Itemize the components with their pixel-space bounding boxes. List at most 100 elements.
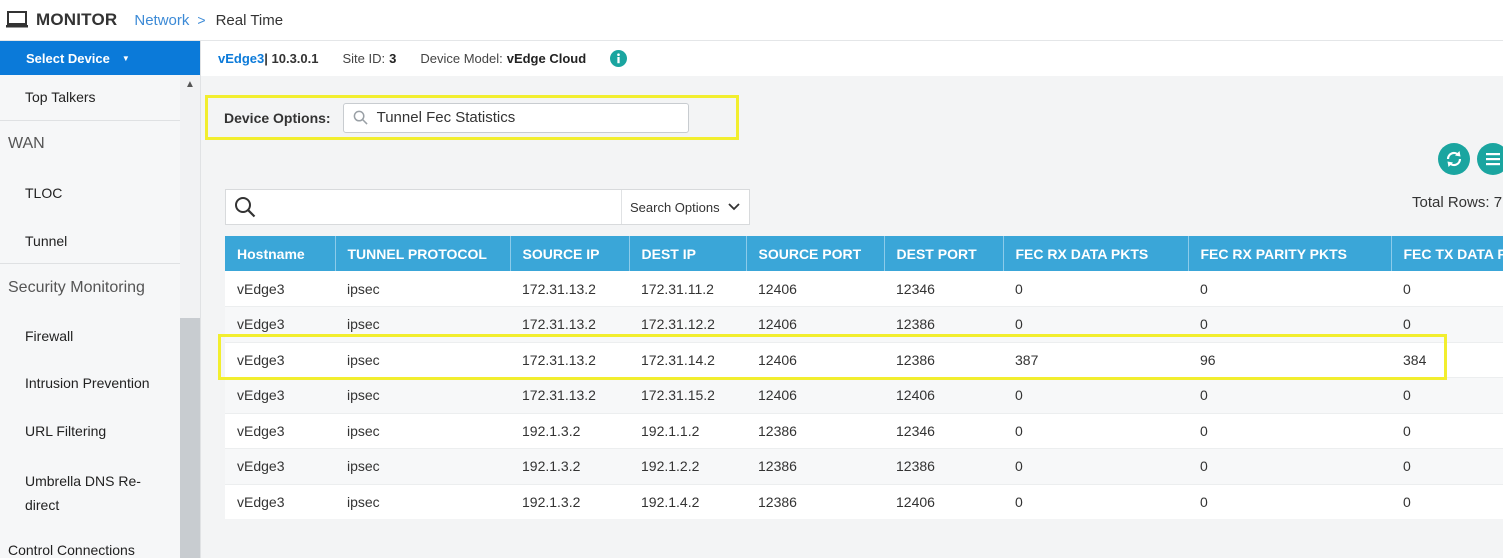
site-id-value: 3 — [389, 51, 397, 66]
sidebar-item-tloc[interactable]: TLOC — [0, 185, 181, 201]
table-row[interactable]: vEdge3 ipsec 192.1.3.2 192.1.2.2 12386 12386 0… — [225, 448, 1503, 485]
sidebar-item-control-connections[interactable]: Control Connections — [0, 542, 181, 558]
menu-icon — [1486, 153, 1500, 166]
table-cell: 172.31.14.2 — [629, 342, 746, 378]
table-row[interactable]: vEdge3 ipsec 172.31.13.2 172.31.15.2 12406 12… — [225, 377, 1503, 414]
table-cell: 387 — [1003, 342, 1188, 378]
select-device-button[interactable]: Select Device ▼ — [0, 41, 200, 75]
sidebar-scrollbar[interactable]: ▲ — [180, 75, 200, 558]
table-cell: vEdge3 — [225, 271, 335, 307]
device-options-label: Device Options: — [224, 109, 331, 126]
table-cell: 0 — [1003, 448, 1188, 485]
info-icon[interactable] — [610, 50, 628, 67]
table-cell: 172.31.11.2 — [629, 271, 746, 307]
sidebar-item-firewall[interactable]: Firewall — [0, 328, 181, 344]
column-header-dest-ip[interactable]: DEST IP — [629, 236, 747, 271]
table-cell: 192.1.3.2 — [510, 448, 629, 485]
breadcrumb-network-link[interactable]: Network — [134, 12, 189, 29]
total-rows-count: Total Rows: 7 — [1412, 194, 1503, 211]
table-cell: 96 — [1188, 342, 1391, 378]
table-cell: 12406 — [746, 342, 884, 378]
table-cell: 0 — [1003, 484, 1188, 519]
table-row[interactable]: vEdge3 ipsec 192.1.3.2 192.1.4.2 12386 12406 0… — [225, 484, 1503, 519]
table-cell: 12386 — [746, 413, 884, 449]
table-cell: 172.31.15.2 — [629, 377, 746, 414]
sidebar-item-intrusion-prevention[interactable]: Intrusion Prevention — [0, 375, 181, 391]
table-cell: 0 — [1003, 306, 1188, 343]
sidebar: Select Device ▼ Top Talkers WAN TLOC Tun… — [0, 41, 201, 558]
table-cell: 0 — [1391, 484, 1503, 519]
table-cell: 0 — [1188, 271, 1391, 307]
device-model-value: vEdge Cloud — [506, 51, 587, 66]
table-cell: vEdge3 — [225, 413, 335, 449]
table-row[interactable]: vEdge3 ipsec 172.31.13.2 172.31.12.2 12406 12… — [225, 306, 1503, 343]
breadcrumb-current: Real Time — [215, 11, 284, 29]
column-header-hostname[interactable]: Hostname — [225, 236, 336, 271]
sidebar-divider — [0, 120, 181, 121]
column-header-fec-tx-data-pkts[interactable]: FEC TX DATA PKTS — [1391, 236, 1503, 271]
sidebar-item-umbrella-dns-redirect[interactable]: Umbrella DNS Re-direct — [0, 469, 160, 517]
table-cell: 384 — [1391, 342, 1503, 378]
table-cell: 172.31.13.2 — [510, 377, 629, 414]
table-cell: ipsec — [335, 271, 510, 307]
table-cell: 12386 — [884, 306, 1003, 343]
device-options-input[interactable]: Tunnel Fec Statistics — [342, 102, 689, 133]
table-cell: 0 — [1188, 484, 1391, 519]
top-bar: MONITOR Network > Real Time — [0, 0, 1503, 41]
chevron-up-icon[interactable]: ▲ — [185, 79, 195, 90]
table-cell: 192.1.1.2 — [629, 413, 746, 449]
scrollbar-thumb[interactable] — [180, 318, 200, 558]
table-cell: 0 — [1188, 448, 1391, 485]
main-panel: Device Options: Tunnel Fec Statistics Se… — [201, 76, 1503, 558]
select-device-label: Select Device — [26, 50, 110, 66]
chevron-down-icon — [727, 203, 740, 211]
table-cell: 172.31.13.2 — [510, 342, 629, 378]
table-cell: vEdge3 — [225, 484, 335, 519]
search-options-dropdown[interactable]: Search Options — [621, 190, 749, 224]
table-cell: 172.31.13.2 — [510, 306, 629, 343]
table-cell: 12406 — [746, 271, 884, 307]
table-cell: 0 — [1003, 413, 1188, 449]
table-cell: 12386 — [746, 448, 884, 485]
sidebar-item-top-talkers[interactable]: Top Talkers — [0, 89, 181, 105]
column-header-tunnel-protocol[interactable]: TUNNEL PROTOCOL — [335, 236, 511, 271]
sidebar-item-url-filtering[interactable]: URL Filtering — [0, 423, 181, 439]
table-cell: 12386 — [746, 484, 884, 519]
table-cell: 0 — [1188, 377, 1391, 414]
table-cell: 192.1.4.2 — [629, 484, 746, 519]
column-header-source-port[interactable]: SOURCE PORT — [746, 236, 885, 271]
table-cell: 0 — [1391, 377, 1503, 414]
site-id-label: Site ID: — [342, 51, 386, 66]
table-menu-button[interactable] — [1477, 143, 1503, 175]
table-header-row: Hostname TUNNEL PROTOCOL SOURCE IP DEST … — [225, 236, 1503, 271]
table-cell: 192.1.3.2 — [510, 413, 629, 449]
table-cell: 0 — [1391, 306, 1503, 343]
table-row[interactable]: vEdge3 ipsec 172.31.13.2 172.31.14.2 12406 12… — [225, 342, 1503, 378]
table-cell: vEdge3 — [225, 448, 335, 485]
sidebar-item-tunnel[interactable]: Tunnel — [0, 233, 181, 249]
table-cell: 0 — [1188, 413, 1391, 449]
table-cell: 12406 — [884, 484, 1003, 519]
table-cell: 0 — [1188, 306, 1391, 343]
device-ip: | 10.3.0.1 — [264, 51, 319, 66]
table-cell: ipsec — [335, 377, 510, 414]
device-name-link[interactable]: vEdge3 — [218, 51, 264, 66]
table-cell: 12386 — [884, 342, 1003, 378]
table-search-box[interactable]: Search Options — [225, 189, 750, 225]
column-header-source-ip[interactable]: SOURCE IP — [510, 236, 630, 271]
device-model-label: Device Model: — [420, 51, 503, 66]
table-cell: ipsec — [335, 448, 510, 485]
table-cell: 12406 — [746, 377, 884, 414]
table-cell: 192.1.3.2 — [510, 484, 629, 519]
page-title: MONITOR — [36, 10, 118, 29]
table-cell: 172.31.13.2 — [510, 271, 629, 307]
column-header-dest-port[interactable]: DEST PORT — [884, 236, 1004, 271]
table-cell: 12406 — [746, 306, 884, 343]
refresh-button[interactable] — [1438, 143, 1470, 175]
tunnel-fec-table: Hostname TUNNEL PROTOCOL SOURCE IP DEST … — [225, 236, 1503, 519]
column-header-fec-rx-parity-pkts[interactable]: FEC RX PARITY PKTS — [1188, 236, 1392, 271]
table-row[interactable]: vEdge3 ipsec 192.1.3.2 192.1.1.2 12386 12346 0… — [225, 413, 1503, 449]
column-header-fec-rx-data-pkts[interactable]: FEC RX DATA PKTS — [1003, 236, 1189, 271]
table-row[interactable]: vEdge3 ipsec 172.31.13.2 172.31.11.2 12406 12… — [225, 271, 1503, 307]
table-cell: 192.1.2.2 — [629, 448, 746, 485]
